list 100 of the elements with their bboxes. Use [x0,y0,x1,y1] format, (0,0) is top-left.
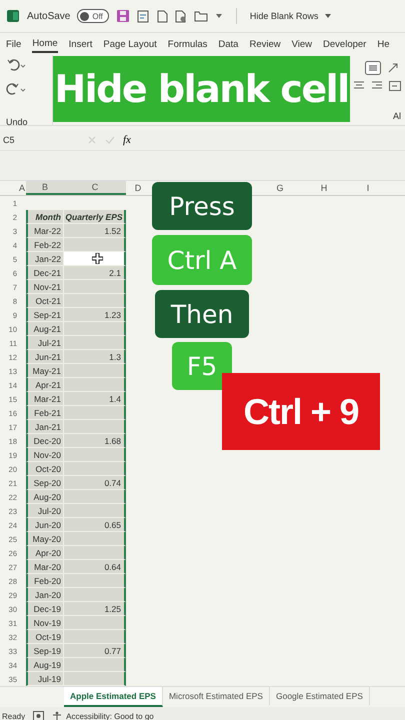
name-box[interactable]: C5 [0,135,79,145]
excel-icon [6,9,20,23]
table-cell[interactable] [64,588,126,602]
column-header[interactable]: C [64,181,126,195]
table-cell[interactable] [64,378,126,392]
dropdown-icon[interactable] [214,13,223,19]
table-cell[interactable] [64,546,126,560]
table-cell: Jan-20 [26,588,64,602]
caption-label: Then [155,290,249,338]
menu-tab[interactable]: Formulas [168,36,208,52]
table-cell: Jul-19 [26,672,64,686]
autosave-toggle[interactable]: Off [77,9,109,23]
table-cell[interactable] [64,336,126,350]
table-cell[interactable] [64,406,126,420]
table-cell: Apr-20 [26,546,64,560]
document-icon[interactable] [156,10,168,22]
table-cell[interactable] [64,658,126,672]
table-cell[interactable] [64,280,126,294]
table-cell[interactable] [64,238,126,252]
menu-tab[interactable]: Home [32,36,58,52]
caption-label: Hide blank cell [53,56,350,122]
table-cell[interactable]: 1.68 [64,434,126,448]
column-header[interactable]: I [346,181,390,195]
table-cell[interactable] [64,322,126,336]
table-cell[interactable] [64,504,126,518]
table-cell[interactable] [64,420,126,434]
table-cell[interactable]: 1.23 [64,308,126,322]
sheet-tab[interactable]: Microsoft Estimated EPS [162,687,270,705]
table-cell: Oct-20 [26,462,64,476]
table-cell[interactable]: 2.1 [64,266,126,280]
macro-icon[interactable] [33,711,44,720]
menu-tab[interactable]: Insert [68,36,92,52]
table-cell: Mar-20 [26,560,64,574]
table-cell[interactable]: 1.3 [64,350,126,364]
form-icon[interactable] [136,10,150,22]
table-cell: Jul-20 [26,504,64,518]
caret-icon[interactable] [325,14,332,18]
column-header[interactable]: A [18,181,26,195]
menu-tab[interactable]: Page Layout [103,36,157,52]
table-header-cell: Month [26,210,64,224]
table-cell[interactable]: 0.64 [64,560,126,574]
column-header[interactable]: H [302,181,346,195]
table-cell[interactable] [64,462,126,476]
sheet-tab[interactable]: Google Estimated EPS [270,687,370,705]
menu-tab[interactable]: File [6,36,22,52]
table-cell[interactable] [64,364,126,378]
column-header[interactable]: B [26,181,64,195]
menu-tab[interactable]: He [377,36,390,52]
table-cell[interactable] [64,672,126,686]
table-cell[interactable]: 1.25 [64,602,126,616]
table-cell[interactable]: 1.4 [64,392,126,406]
folder-icon[interactable] [194,10,208,22]
table-cell: Jun-20 [26,518,64,532]
table-cell: Jan-21 [26,420,64,434]
table-cell[interactable] [64,532,126,546]
table-cell: Sep-19 [26,644,64,658]
table-cell[interactable]: 1.52 [64,224,126,238]
table-cell[interactable]: 0.74 [64,476,126,490]
table-cell: Mar-21 [26,392,64,406]
table-header-cell: Quarterly EPS [64,210,126,224]
menu-tab[interactable]: Review [249,36,281,52]
table-cell: May-21 [26,364,64,378]
menu-tab[interactable]: Developer [323,36,366,52]
table-cell[interactable] [64,294,126,308]
status-text[interactable]: Accessibility: Good to go [66,712,154,720]
undo-icon[interactable] [6,59,26,72]
table-cell: Jul-21 [26,336,64,350]
document-title[interactable]: Hide Blank Rows [250,11,318,21]
column-header[interactable]: D [126,181,150,195]
table-cell: Nov-20 [26,448,64,462]
table-cell[interactable]: 0.65 [64,518,126,532]
table-cell: May-20 [26,532,64,546]
table-cell[interactable] [64,630,126,644]
table-cell[interactable] [64,616,126,630]
redo-icon[interactable] [6,83,26,96]
table-cell: Feb-22 [26,238,64,252]
table-cell[interactable] [64,252,126,266]
menu-tab[interactable]: Data [218,36,238,52]
align-middle-icon[interactable] [365,61,381,75]
caption-label: Press [152,182,252,230]
accessibility-icon[interactable] [52,711,62,720]
table-cell[interactable] [64,574,126,588]
table-cell: Nov-19 [26,616,64,630]
sheet-tab[interactable]: Apple Estimated EPS [64,687,163,707]
align-center-icon[interactable] [353,81,365,91]
table-cell: Mar-22 [26,224,64,238]
indent-icon[interactable] [389,81,401,91]
insert-function-button[interactable]: fx [123,134,131,146]
table-cell[interactable] [64,448,126,462]
document-icon[interactable] [174,10,187,22]
table-cell: Apr-21 [26,378,64,392]
cursor-icon [92,253,103,264]
column-header[interactable]: G [258,181,302,195]
menu-tab[interactable]: View [292,36,312,52]
table-cell: Oct-21 [26,294,64,308]
table-cell[interactable]: 0.77 [64,644,126,658]
align-right-icon[interactable] [371,81,383,91]
table-cell[interactable] [64,490,126,504]
save-icon[interactable] [116,9,130,23]
check-icon [105,135,115,145]
